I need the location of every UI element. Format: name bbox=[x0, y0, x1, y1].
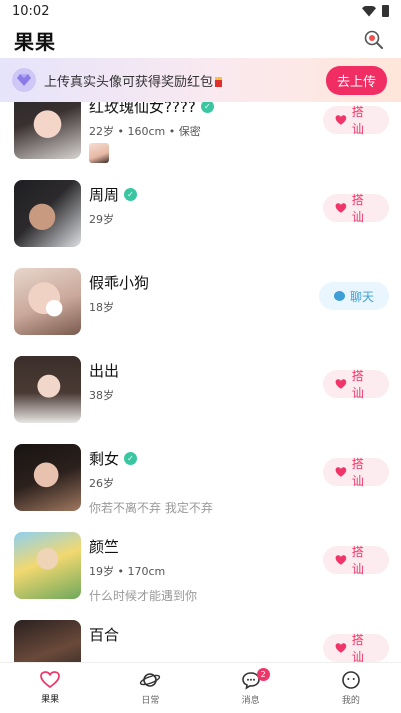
search-icon bbox=[364, 30, 383, 49]
heart-icon bbox=[335, 379, 347, 389]
user-name: 颜竺 bbox=[89, 538, 120, 556]
banner-text: 上传真实头像可获得奖励红包 bbox=[44, 71, 223, 90]
action-label: 搭 讪 bbox=[351, 457, 364, 488]
user-info: 剩女 ✓ 26岁你若不离不弃 我定不弃 bbox=[89, 448, 311, 516]
user-list-item[interactable]: 周周 ✓ 29岁 搭 讪 bbox=[0, 176, 401, 264]
action-label: 搭 讪 bbox=[351, 545, 364, 576]
user-meta: 22岁 • 160cm • 保密 bbox=[89, 125, 201, 138]
user-info: 假乖小狗 18岁 bbox=[89, 272, 311, 315]
tab-label: 果果 bbox=[41, 695, 60, 705]
upload-button[interactable]: 去上传 bbox=[325, 65, 387, 95]
user-list-item[interactable]: 红玫瑰仙女???? ✓ 22岁 • 160cm • 保密 搭 讪 bbox=[0, 102, 401, 176]
user-avatar[interactable] bbox=[14, 180, 81, 247]
user-name: 周周 bbox=[89, 186, 120, 204]
tab-profile[interactable]: 我的 bbox=[301, 663, 401, 713]
user-avatar[interactable] bbox=[14, 532, 81, 599]
user-avatar[interactable] bbox=[14, 102, 81, 159]
chat-up-button[interactable]: 搭 讪 bbox=[323, 105, 389, 136]
user-info: 出出 38岁 bbox=[89, 360, 311, 403]
tab-label: 消息 bbox=[241, 695, 260, 706]
user-name: 百合 bbox=[89, 626, 120, 644]
user-meta: 38岁 bbox=[89, 389, 114, 402]
chat-up-button[interactable]: 搭 讪 bbox=[323, 545, 389, 576]
tab-daily[interactable]: 日常 bbox=[100, 663, 200, 713]
user-avatar[interactable] bbox=[14, 356, 81, 423]
user-info: 百合 bbox=[89, 624, 311, 651]
user-info: 颜竺 19岁 • 170cm 什么时候才能遇到你 bbox=[89, 536, 311, 604]
tab-messages[interactable]: 2 消息 bbox=[201, 663, 301, 713]
page-title: 果果 bbox=[14, 29, 56, 54]
profile-icon bbox=[342, 671, 360, 689]
user-list-item[interactable]: 剩女 ✓ 26岁你若不离不弃 我定不弃 搭 讪 bbox=[0, 440, 401, 528]
action-label: 搭 讪 bbox=[351, 369, 364, 400]
action-label: 搭 讪 bbox=[351, 193, 364, 224]
wifi-icon bbox=[362, 5, 376, 17]
user-photo-thumbnail[interactable] bbox=[89, 143, 109, 163]
chat-up-button[interactable]: 搭 讪 bbox=[323, 457, 389, 488]
verified-icon: ✓ bbox=[124, 452, 138, 465]
user-name: 假乖小狗 bbox=[89, 274, 150, 292]
user-name: 剩女 bbox=[89, 450, 120, 468]
user-list-item[interactable]: 出出 38岁 搭 讪 bbox=[0, 352, 401, 440]
verified-icon: ✓ bbox=[200, 102, 214, 113]
user-meta: 19岁 • 170cm bbox=[89, 565, 166, 578]
planet-icon bbox=[140, 673, 161, 687]
user-list-item[interactable]: 颜竺 19岁 • 170cm 什么时候才能遇到你 搭 讪 bbox=[0, 528, 401, 616]
search-button[interactable] bbox=[361, 27, 387, 53]
user-meta: 29岁 bbox=[89, 213, 114, 226]
tab-label: 我的 bbox=[341, 696, 360, 706]
user-meta: 26岁 bbox=[89, 477, 114, 490]
chat-bubble-icon bbox=[333, 291, 345, 301]
user-list-item[interactable]: 假乖小狗 18岁 聊天 bbox=[0, 264, 401, 352]
verified-icon: ✓ bbox=[124, 188, 138, 201]
status-icons bbox=[362, 5, 389, 17]
user-list[interactable]: 红玫瑰仙女???? ✓ 22岁 • 160cm • 保密搭 讪周周 ✓ 29岁搭 讪假乖… bbox=[0, 102, 401, 662]
status-time: 10:02 bbox=[12, 3, 50, 19]
action-label: 搭 讪 bbox=[351, 105, 364, 136]
chat-up-button[interactable]: 搭 讪 bbox=[323, 369, 389, 400]
status-bar: 10:02 bbox=[0, 0, 401, 22]
user-name: 红玫瑰仙女???? bbox=[89, 102, 196, 116]
top-bar: 果果 bbox=[0, 22, 401, 58]
red-packet-icon bbox=[215, 77, 223, 87]
tab-label: 日常 bbox=[141, 696, 160, 706]
diamond-icon bbox=[12, 68, 36, 92]
action-label: 搭 讪 bbox=[351, 633, 364, 662]
heart-icon bbox=[335, 643, 347, 653]
battery-icon bbox=[382, 5, 389, 17]
user-name: 出出 bbox=[89, 362, 120, 380]
heart-icon bbox=[40, 671, 60, 689]
heart-icon bbox=[335, 555, 347, 565]
bottom-tab-bar: 果果 日常 2 消息 我的 bbox=[0, 662, 401, 713]
user-avatar[interactable] bbox=[14, 444, 81, 511]
user-avatar[interactable] bbox=[14, 268, 81, 335]
upload-avatar-banner[interactable]: 上传真实头像可获得奖励红包 去上传 bbox=[0, 58, 401, 102]
heart-icon bbox=[335, 467, 347, 477]
chat-up-button[interactable]: 搭 讪 bbox=[323, 193, 389, 224]
chat-up-button[interactable]: 搭 讪 bbox=[323, 633, 389, 662]
user-info: 周周 ✓ 29岁 bbox=[89, 184, 311, 227]
action-label: 聊天 bbox=[349, 289, 374, 304]
heart-icon bbox=[335, 203, 347, 213]
chat-button[interactable]: 聊天 bbox=[319, 282, 389, 310]
user-meta: 18岁 bbox=[89, 301, 114, 314]
user-list-item[interactable]: 百合 搭 讪 bbox=[0, 616, 401, 662]
tab-guoguo[interactable]: 果果 bbox=[0, 663, 100, 713]
user-avatar[interactable] bbox=[14, 620, 81, 662]
unread-badge: 2 bbox=[256, 668, 270, 681]
heart-icon bbox=[335, 115, 347, 125]
user-bio: 你若不离不弃 我定不弃 bbox=[89, 501, 213, 515]
user-bio: 什么时候才能遇到你 bbox=[89, 589, 198, 603]
user-info: 红玫瑰仙女???? ✓ 22岁 • 160cm • 保密 bbox=[89, 102, 311, 163]
